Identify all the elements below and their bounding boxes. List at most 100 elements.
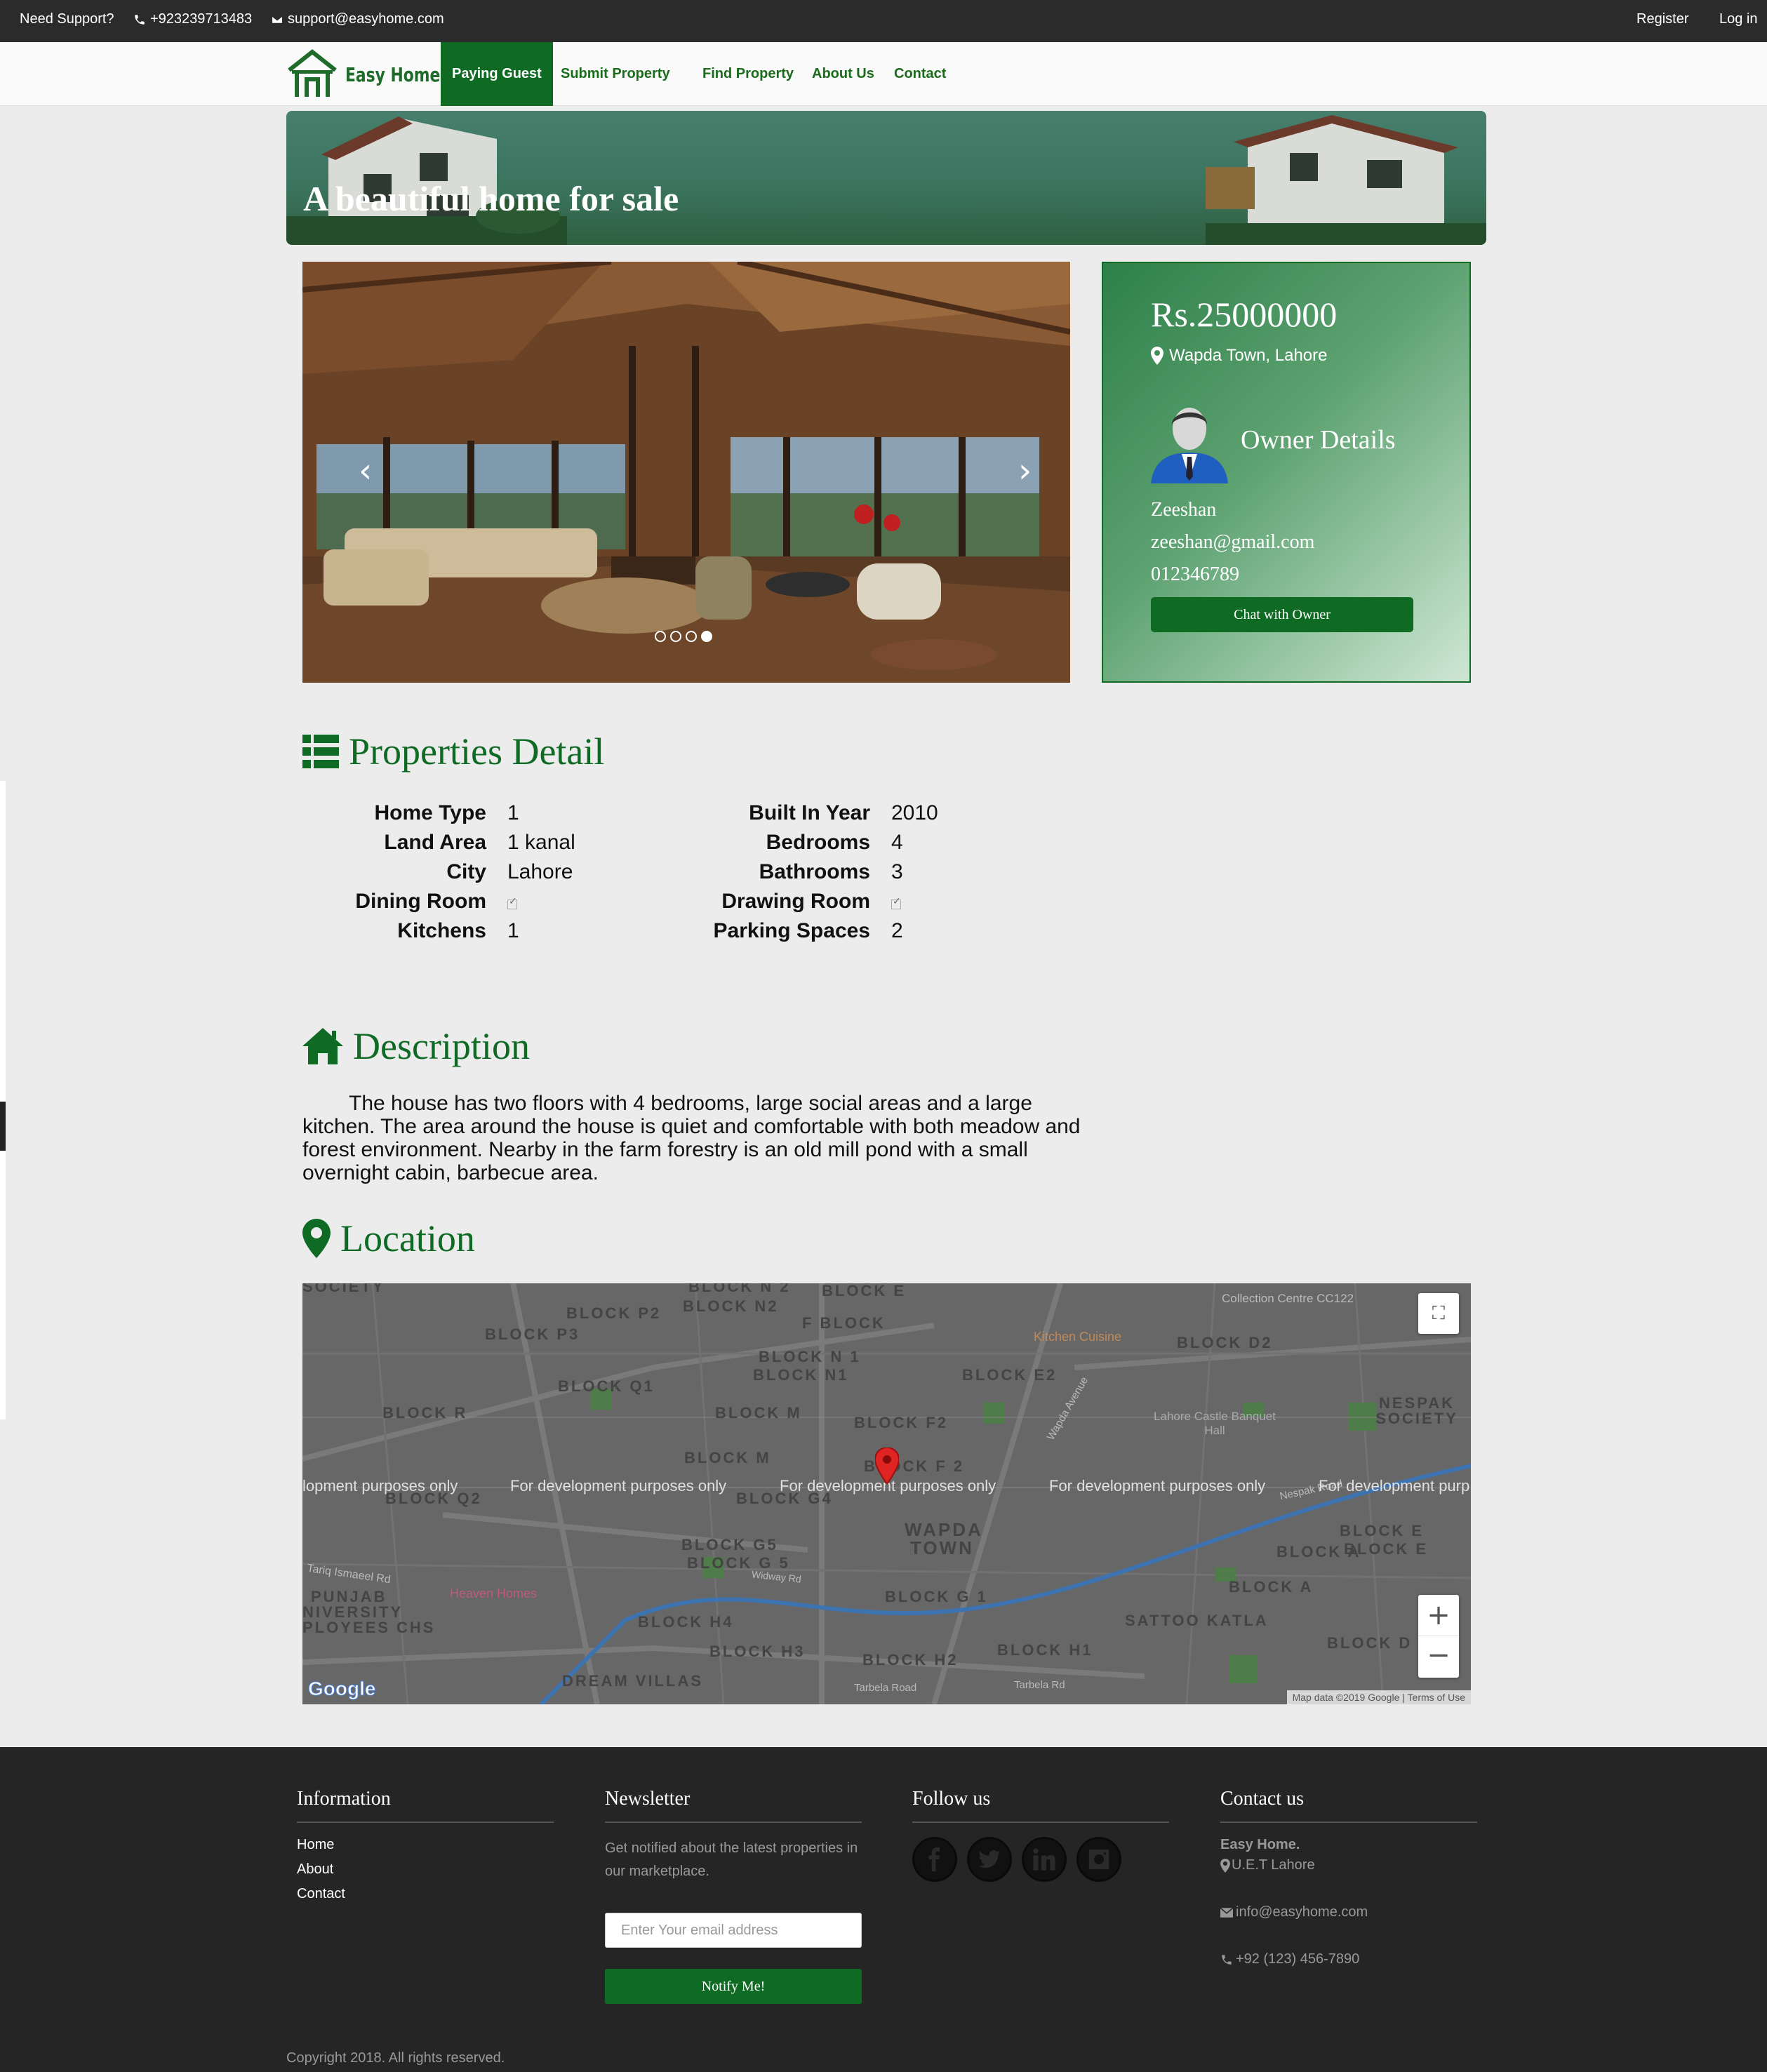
detail-label-city: City (446, 860, 486, 883)
map-label: BLOCK N 2 (688, 1283, 791, 1295)
newsletter-email-input[interactable]: Enter Your email address (605, 1913, 862, 1948)
carousel-next-icon[interactable]: › (1018, 451, 1032, 490)
map-label: BLOCK P2 (566, 1304, 662, 1322)
map-zoom-out-icon[interactable]: − (1418, 1636, 1459, 1678)
banner-house-right-image (1206, 115, 1486, 245)
detail-value-bedrooms: 4 (891, 831, 903, 854)
location-map[interactable]: SOCIETY BLOCK N 2 BLOCK E BLOCK P2 BLOCK… (302, 1283, 1471, 1704)
detail-value-parking: 2 (891, 919, 903, 942)
map-street: Tarbela Road (854, 1682, 917, 1694)
listing-title: A beautiful home for sale (303, 179, 679, 218)
map-poi: Heaven Homes (450, 1586, 538, 1600)
location-heading: Location (302, 1217, 475, 1260)
footer-company: Easy Home. (1220, 1837, 1300, 1852)
envelope-icon (1220, 1907, 1233, 1918)
map-label: BLOCK G 1 (885, 1588, 988, 1605)
support-phone[interactable]: +923239713483 (133, 11, 252, 27)
detail-label-parking: Parking Spaces (713, 919, 870, 942)
copyright-text: Copyright 2018. All rights reserved. (286, 2050, 505, 2066)
map-label: BLOCK P3 (485, 1325, 580, 1343)
linkedin-icon[interactable] (1022, 1837, 1067, 1882)
map-pin-icon[interactable] (875, 1448, 899, 1484)
carousel-dot[interactable] (655, 631, 666, 642)
map-label: PLOYEES CHS (302, 1619, 436, 1636)
detail-label-land-area: Land Area (384, 831, 486, 854)
map-label: BLOCK E (1340, 1522, 1424, 1539)
map-terms-link[interactable]: Terms of Use (1408, 1692, 1465, 1703)
owner-avatar (1151, 408, 1228, 483)
footer-information: Information Home About Contact (297, 1788, 554, 1911)
carousel-dot[interactable] (670, 631, 681, 642)
detail-label-home-type: Home Type (374, 801, 486, 824)
map-fullscreen-icon[interactable]: ⛶ (1418, 1293, 1459, 1334)
map-zoom-control: + − (1418, 1595, 1459, 1678)
dev-watermark: lopment purposes only (302, 1477, 458, 1495)
brand-logo[interactable]: Easy Home (286, 49, 467, 100)
carousel-indicators (655, 631, 712, 642)
instagram-icon[interactable] (1076, 1837, 1121, 1882)
footer-follow: Follow us (912, 1788, 1169, 1882)
listing-price: Rs.25000000 (1151, 295, 1338, 334)
map-label: BLOCK H1 (997, 1641, 1093, 1659)
nav-paying-guest[interactable]: Paying Guest (441, 42, 553, 106)
map-label: BLOCK M (715, 1404, 802, 1422)
price-owner-card: Rs.25000000 Wapda Town, Lahore Owner Det… (1102, 262, 1471, 683)
map-street: Tarbela Rd (1014, 1679, 1065, 1691)
dining-room-checkbox (507, 896, 517, 909)
detail-value-home-type: 1 (507, 801, 519, 824)
map-label: BLOCK A (1229, 1578, 1314, 1596)
footer-info-heading: Information (297, 1788, 554, 1823)
login-link[interactable]: Log in (1719, 11, 1758, 27)
carousel-prev-icon[interactable]: ‹ (359, 451, 372, 490)
page-edge-strip-dark (0, 1102, 6, 1151)
footer-phone[interactable]: +92 (123) 456-7890 (1220, 1951, 1477, 1967)
twitter-icon[interactable] (967, 1837, 1012, 1882)
detail-value-kitchens: 1 (507, 919, 519, 942)
map-label: BLOCK F2 (854, 1414, 948, 1431)
owner-details-heading: Owner Details (1241, 425, 1396, 455)
description-heading: Description (302, 1024, 530, 1068)
nav-submit-property[interactable]: Submit Property (561, 42, 670, 106)
footer-email[interactable]: info@easyhome.com (1220, 1904, 1477, 1920)
notify-me-button[interactable]: Notify Me! (605, 1969, 862, 2004)
footer-address: U.E.T Lahore (1220, 1857, 1477, 1873)
map-zoom-in-icon[interactable]: + (1418, 1595, 1459, 1636)
page-edge-strip (0, 781, 6, 1419)
map-label: BLOCK D2 (1177, 1334, 1273, 1351)
dev-watermark: For development purposes only (510, 1477, 727, 1495)
footer-link-contact[interactable]: Contact (297, 1886, 554, 1902)
detail-value-dining-room (507, 890, 517, 914)
register-link[interactable]: Register (1636, 11, 1688, 27)
site-footer: Information Home About Contact Newslette… (0, 1747, 1767, 2072)
chat-with-owner-button[interactable]: Chat with Owner (1151, 597, 1413, 632)
nav-about-us[interactable]: About Us (812, 42, 874, 106)
detail-label-kitchens: Kitchens (397, 919, 486, 942)
detail-value-land-area: 1 kanal (507, 831, 575, 854)
map-label: BLOCK A (1276, 1543, 1361, 1560)
nav-find-property[interactable]: Find Property (702, 42, 794, 106)
phone-icon (1222, 1954, 1232, 1965)
map-label: NESPAK SOCIETY (1375, 1394, 1458, 1427)
map-attribution: Map data ©2019 Google | Terms of Use (1286, 1690, 1471, 1704)
list-icon (302, 735, 339, 768)
detail-value-bathrooms: 3 (891, 860, 903, 883)
detail-label-dining-room: Dining Room (355, 890, 486, 913)
house-logo-icon (288, 49, 337, 97)
carousel-dot-active[interactable] (701, 631, 712, 642)
nav-contact[interactable]: Contact (894, 42, 946, 106)
footer-link-about[interactable]: About (297, 1862, 554, 1878)
top-bar: Need Support? +923239713483 support@easy… (0, 0, 1767, 42)
phone-icon (135, 14, 145, 25)
detail-value-drawing-room (891, 890, 901, 914)
map-marker-icon (1151, 347, 1163, 365)
carousel-dot[interactable] (686, 631, 697, 642)
owner-name: Zeeshan (1151, 499, 1217, 521)
support-email[interactable]: support@easyhome.com (271, 11, 444, 27)
facebook-icon[interactable] (912, 1837, 957, 1882)
detail-value-city: Lahore (507, 860, 573, 883)
footer-link-home[interactable]: Home (297, 1837, 554, 1853)
detail-value-built-year: 2010 (891, 801, 938, 824)
map-poi: Lahore Castle Banquet Hall (1154, 1410, 1276, 1437)
map-label: BLOCK H3 (709, 1643, 806, 1660)
photo-carousel[interactable]: ‹ › (302, 262, 1070, 683)
